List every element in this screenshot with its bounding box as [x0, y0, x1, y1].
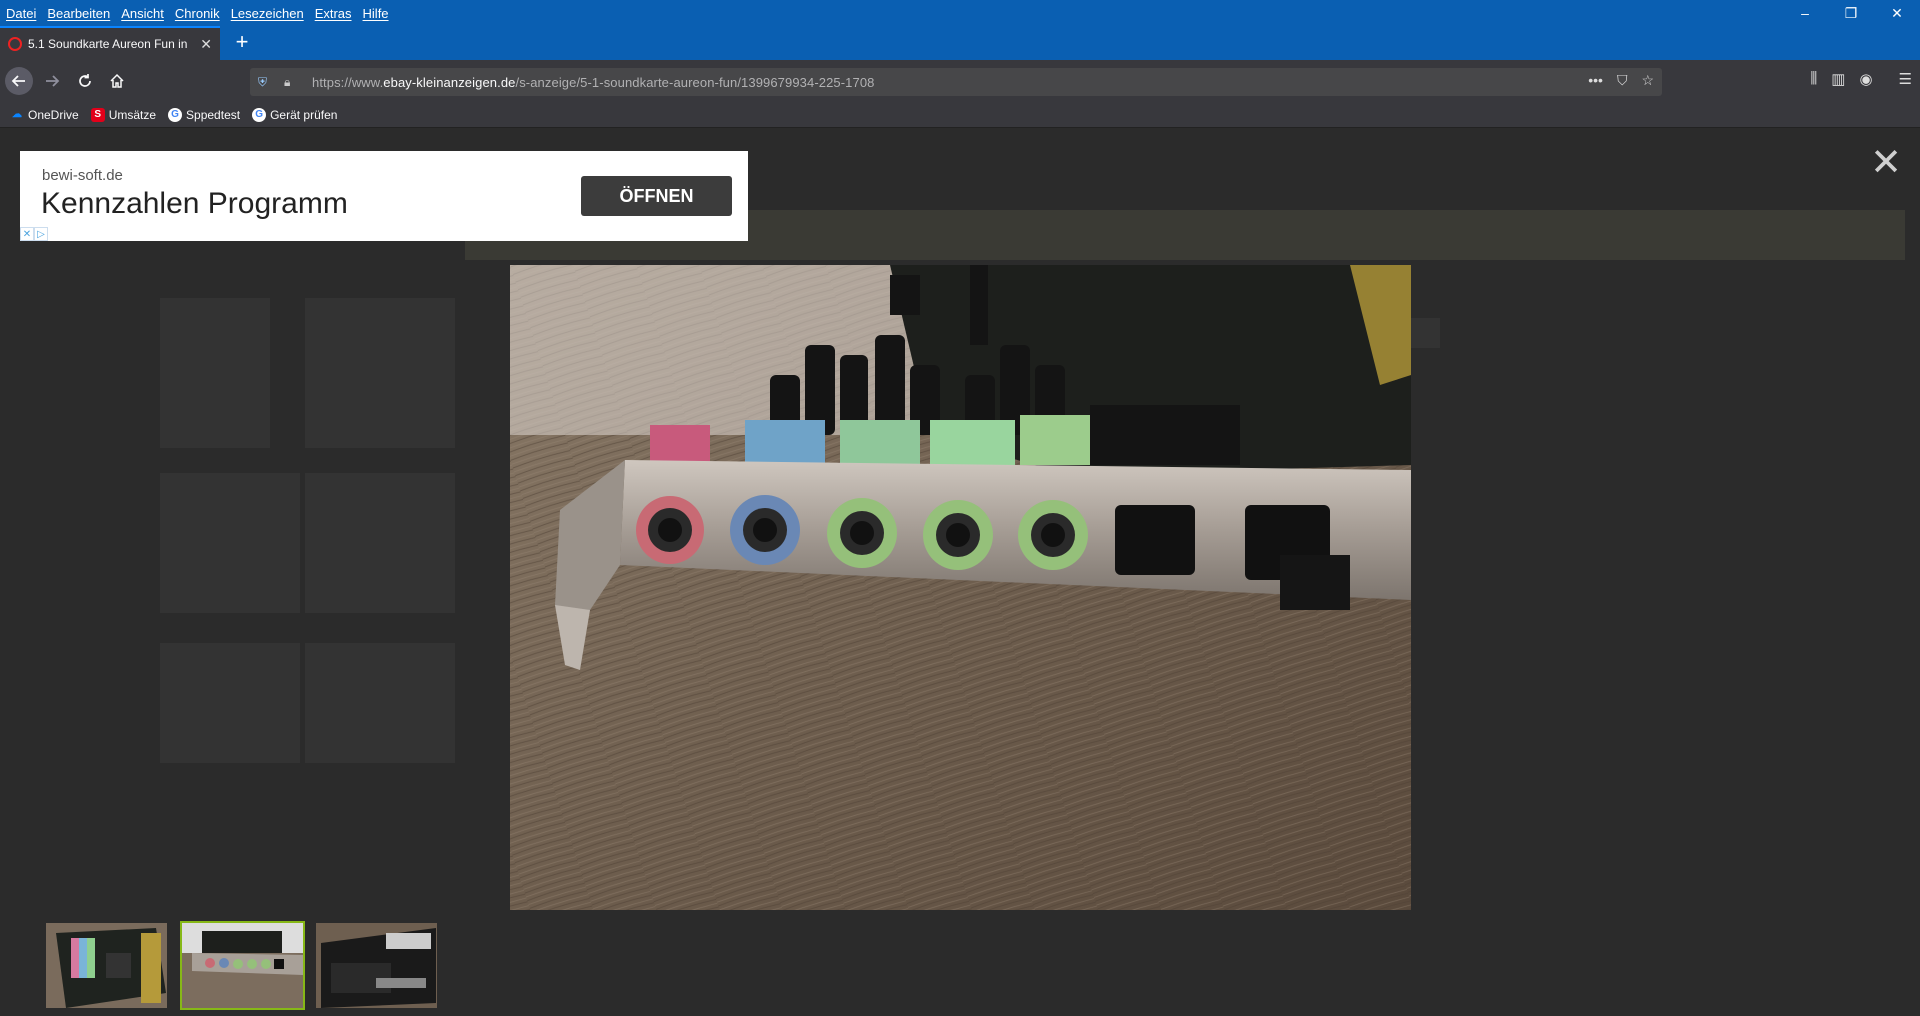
tab-title: 5.1 Soundkarte Aureon Fun in [28, 37, 188, 51]
menu-extras[interactable]: Extras [315, 6, 352, 21]
pocket-icon[interactable]: ⛉ [1617, 72, 1628, 89]
thumbnail-image [46, 923, 167, 1008]
window-controls: – ❐ ✕ [1782, 0, 1920, 26]
reload-icon [79, 74, 91, 87]
url-path: /s-anzeige/5-1-soundkarte-aureon-fun/139… [515, 74, 875, 90]
url-text[interactable]: https://www.ebay-kleinanzeigen.de/s-anze… [312, 75, 875, 90]
menu-chronik[interactable]: Chronik [175, 6, 220, 21]
tab-soundkarte[interactable]: 5.1 Soundkarte Aureon Fun in ✕ [0, 26, 220, 60]
bookmark-star-icon[interactable]: ☆ [1641, 72, 1654, 89]
library-icon[interactable]: ⫼ [1810, 70, 1817, 88]
ad-headline[interactable]: Kennzahlen Programm [41, 187, 348, 221]
home-icon [110, 73, 124, 88]
navigation-bar: ⛨ 🔒︎ https://www.ebay-kleinanzeigen.de/s… [0, 60, 1920, 102]
menu-datei[interactable]: Datei [6, 6, 36, 21]
ad-close-icon[interactable]: ✕ [20, 227, 34, 241]
menu-hilfe[interactable]: Hilfe [363, 6, 389, 21]
ad-domain: bewi-soft.de [42, 167, 123, 184]
back-button[interactable] [5, 67, 33, 95]
bookmark-label: Gerät prüfen [270, 107, 338, 122]
lock-icon[interactable]: 🔒︎ [284, 75, 300, 90]
hamburger-menu-icon[interactable]: ☰ [1899, 70, 1912, 88]
soundcard-photo [510, 265, 1411, 910]
tracking-shield-icon[interactable]: ⛨ [258, 75, 274, 90]
close-window-button[interactable]: ✕ [1874, 0, 1920, 26]
ad-open-button[interactable]: ÖFFNEN [581, 176, 732, 216]
page-viewport: bewi-soft.de Kennzahlen Programm ÖFFNEN … [0, 128, 1920, 1016]
google-icon: G [252, 107, 267, 122]
menu-bearbeiten[interactable]: Bearbeiten [47, 6, 110, 21]
minimize-button[interactable]: – [1782, 0, 1828, 26]
thumbnail-image [182, 923, 303, 1008]
background-ad-image [305, 298, 455, 448]
ad-banner[interactable]: bewi-soft.de Kennzahlen Programm ÖFFNEN … [20, 151, 748, 241]
onedrive-icon: ☁ [12, 109, 22, 120]
ad-choices[interactable]: ✕ ▷ [20, 227, 48, 241]
tab-strip: 5.1 Soundkarte Aureon Fun in ✕ + [0, 26, 1920, 60]
ebay-favicon-icon [8, 37, 22, 51]
thumbnail-1[interactable] [44, 921, 169, 1010]
background-ad-image [305, 473, 455, 613]
background-ad-image [160, 298, 270, 448]
google-icon: G [168, 107, 183, 122]
bookmark-onedrive[interactable]: ☁ OneDrive [10, 108, 79, 122]
sidebar-icon[interactable]: ▥ [1831, 70, 1845, 88]
bookmark-label: Sppedtest [186, 107, 241, 122]
thumbnail-3[interactable] [314, 921, 439, 1010]
menu-ansicht[interactable]: Ansicht [121, 6, 164, 21]
background-ad-image [305, 643, 455, 763]
url-prefix: https://www. [312, 74, 384, 90]
bookmark-geraet-pruefen[interactable]: G Gerät prüfen [252, 107, 338, 122]
bookmark-label: Umsätze [108, 107, 157, 122]
forward-button[interactable] [38, 67, 66, 95]
thumbnail-image [316, 923, 437, 1008]
menu-bar: Datei Bearbeiten Ansicht Chronik Lesezei… [0, 0, 1920, 26]
bookmark-umsaetze[interactable]: S Umsätze [90, 107, 157, 122]
thumbnail-2[interactable] [180, 921, 305, 1010]
bookmarks-bar: ☁ OneDrive S Umsätze G Sppedtest G Gerät… [0, 102, 1920, 128]
arrow-right-icon [46, 75, 60, 87]
page-actions-icon[interactable]: ••• [1588, 72, 1603, 89]
new-tab-button[interactable]: + [230, 31, 254, 55]
reload-button[interactable] [71, 67, 99, 95]
sparkasse-icon: S [90, 107, 105, 122]
ad-info-icon[interactable]: ▷ [34, 227, 48, 241]
url-domain: ebay-kleinanzeigen.de [383, 74, 516, 90]
arrow-left-icon [11, 75, 25, 87]
restore-button[interactable]: ❐ [1828, 0, 1874, 26]
bookmark-label: OneDrive [28, 107, 79, 122]
menu-lesezeichen[interactable]: Lesezeichen [231, 6, 304, 21]
home-button[interactable] [103, 67, 131, 95]
lightbox-close-button[interactable]: ✕ [1870, 144, 1902, 182]
account-icon[interactable]: ◉ [1859, 70, 1872, 88]
background-ad-image [160, 473, 300, 613]
tab-close-icon[interactable]: ✕ [200, 36, 212, 53]
background-ad-image [160, 643, 300, 763]
bookmark-sppedtest[interactable]: G Sppedtest [168, 107, 241, 122]
main-product-image[interactable] [510, 265, 1411, 910]
url-bar[interactable]: ⛨ 🔒︎ https://www.ebay-kleinanzeigen.de/s… [250, 68, 1662, 96]
